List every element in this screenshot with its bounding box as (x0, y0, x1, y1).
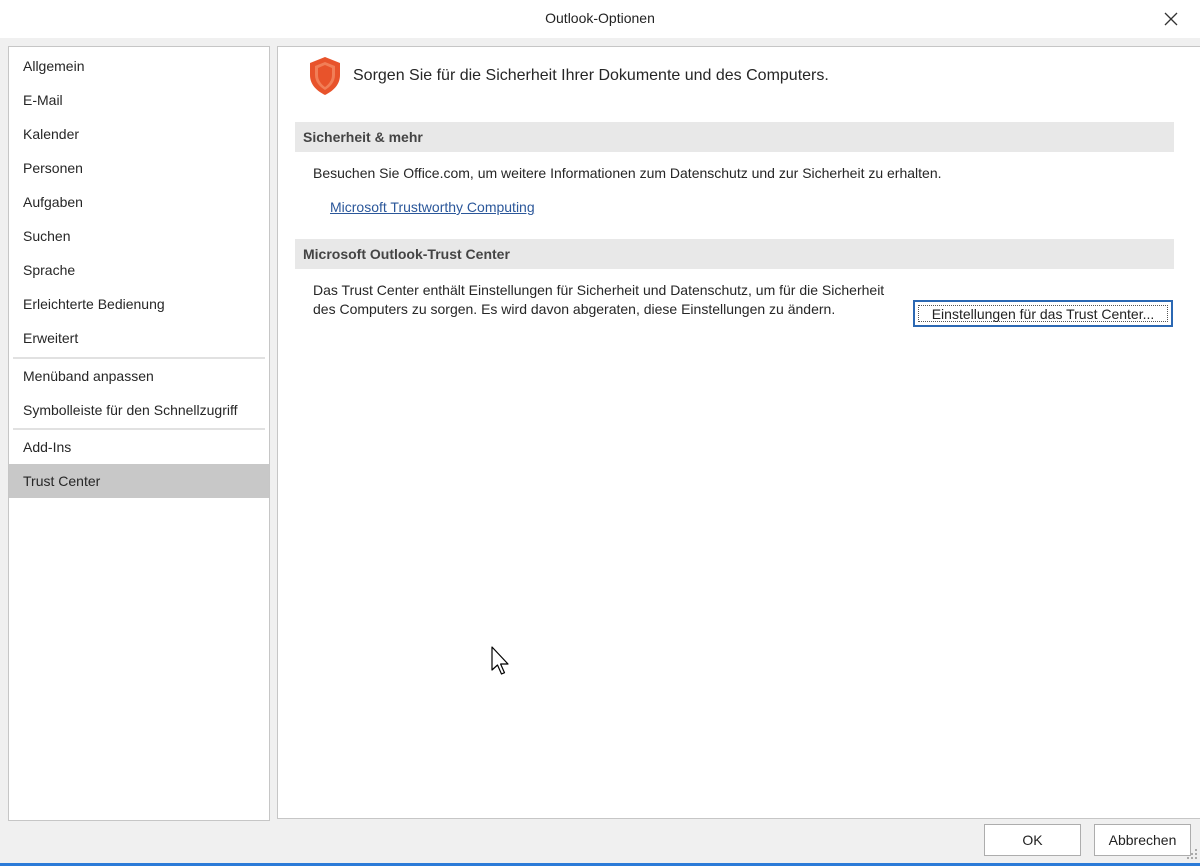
sidebar-item-erleichterte-bedienung[interactable]: Erleichterte Bedienung (9, 287, 269, 321)
mouse-cursor-icon (491, 646, 509, 675)
sidebar-item-allgemein[interactable]: Allgemein (9, 49, 269, 83)
sidebar-item-add-ins[interactable]: Add-Ins (9, 430, 269, 464)
sidebar-item-erweitert[interactable]: Erweitert (9, 321, 269, 355)
sidebar-item-schnellzugriff[interactable]: Symbolleiste für den Schnellzugriff (9, 393, 269, 427)
cancel-button[interactable]: Abbrechen (1094, 824, 1191, 856)
sidebar-item-trust-center[interactable]: Trust Center (9, 464, 269, 498)
trust-center-settings-button[interactable]: Einstellungen für das Trust Center... (913, 300, 1173, 327)
section-header-sicherheit: Sicherheit & mehr (295, 122, 1174, 152)
trust-center-settings-label: Einstellungen für das Trust Center... (918, 305, 1168, 322)
sidebar-item-aufgaben[interactable]: Aufgaben (9, 185, 269, 219)
sidebar-item-kalender[interactable]: Kalender (9, 117, 269, 151)
sidebar-nav: Allgemein E-Mail Kalender Personen Aufga… (8, 46, 270, 821)
sidebar-item-sprache[interactable]: Sprache (9, 253, 269, 287)
title-bar: Outlook-Optionen (0, 0, 1200, 38)
window-title: Outlook-Optionen (545, 10, 655, 26)
content-panel: Sorgen Sie für die Sicherheit Ihrer Doku… (277, 46, 1200, 819)
shield-icon (310, 57, 340, 95)
sidebar-item-menueband-anpassen[interactable]: Menüband anpassen (9, 359, 269, 393)
section-text-sicherheit: Besuchen Sie Office.com, um weitere Info… (313, 165, 942, 181)
page-header: Sorgen Sie für die Sicherheit Ihrer Doku… (353, 67, 829, 84)
sidebar-item-suchen[interactable]: Suchen (9, 219, 269, 253)
ok-button[interactable]: OK (984, 824, 1081, 856)
section-text-trust-center: Das Trust Center enthält Einstellungen f… (313, 282, 885, 317)
section-header-trust-center: Microsoft Outlook-Trust Center (295, 239, 1174, 269)
trustworthy-computing-link[interactable]: Microsoft Trustworthy Computing (330, 199, 535, 215)
sidebar-item-personen[interactable]: Personen (9, 151, 269, 185)
close-icon (1164, 12, 1178, 26)
sidebar-item-email[interactable]: E-Mail (9, 83, 269, 117)
resize-grip-icon[interactable] (1186, 848, 1198, 860)
close-button[interactable] (1142, 0, 1200, 38)
